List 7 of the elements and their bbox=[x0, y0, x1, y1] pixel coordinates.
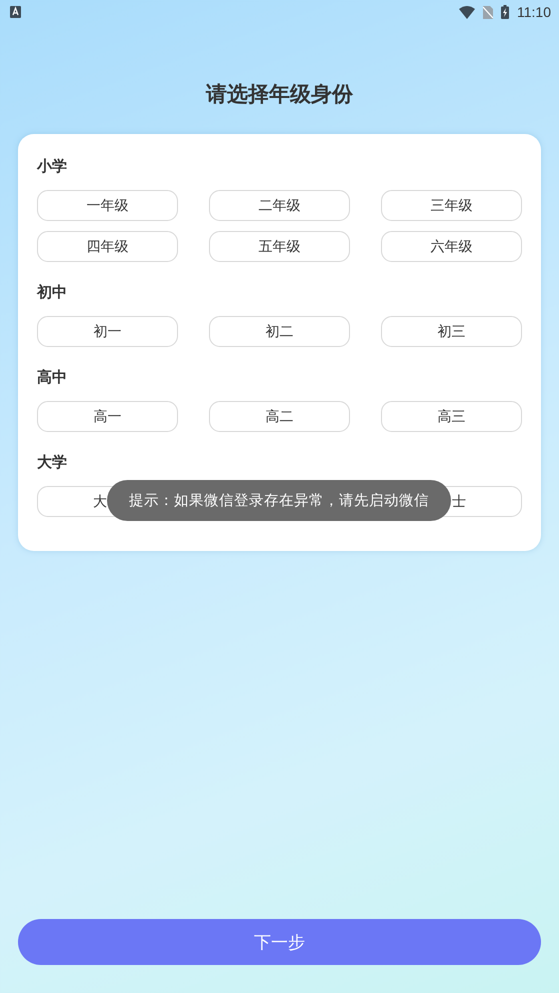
section-title: 初中 bbox=[37, 282, 68, 302]
section-title: 小学 bbox=[37, 156, 68, 176]
message-toast: 提示：如果微信登录存在异常，请先启动微信 bbox=[107, 480, 451, 521]
status-time: 11:10 bbox=[517, 4, 551, 20]
section-title: 大学 bbox=[37, 452, 68, 472]
section-title: 高中 bbox=[37, 367, 68, 387]
page-title: 请选择年级身份 bbox=[204, 81, 354, 108]
